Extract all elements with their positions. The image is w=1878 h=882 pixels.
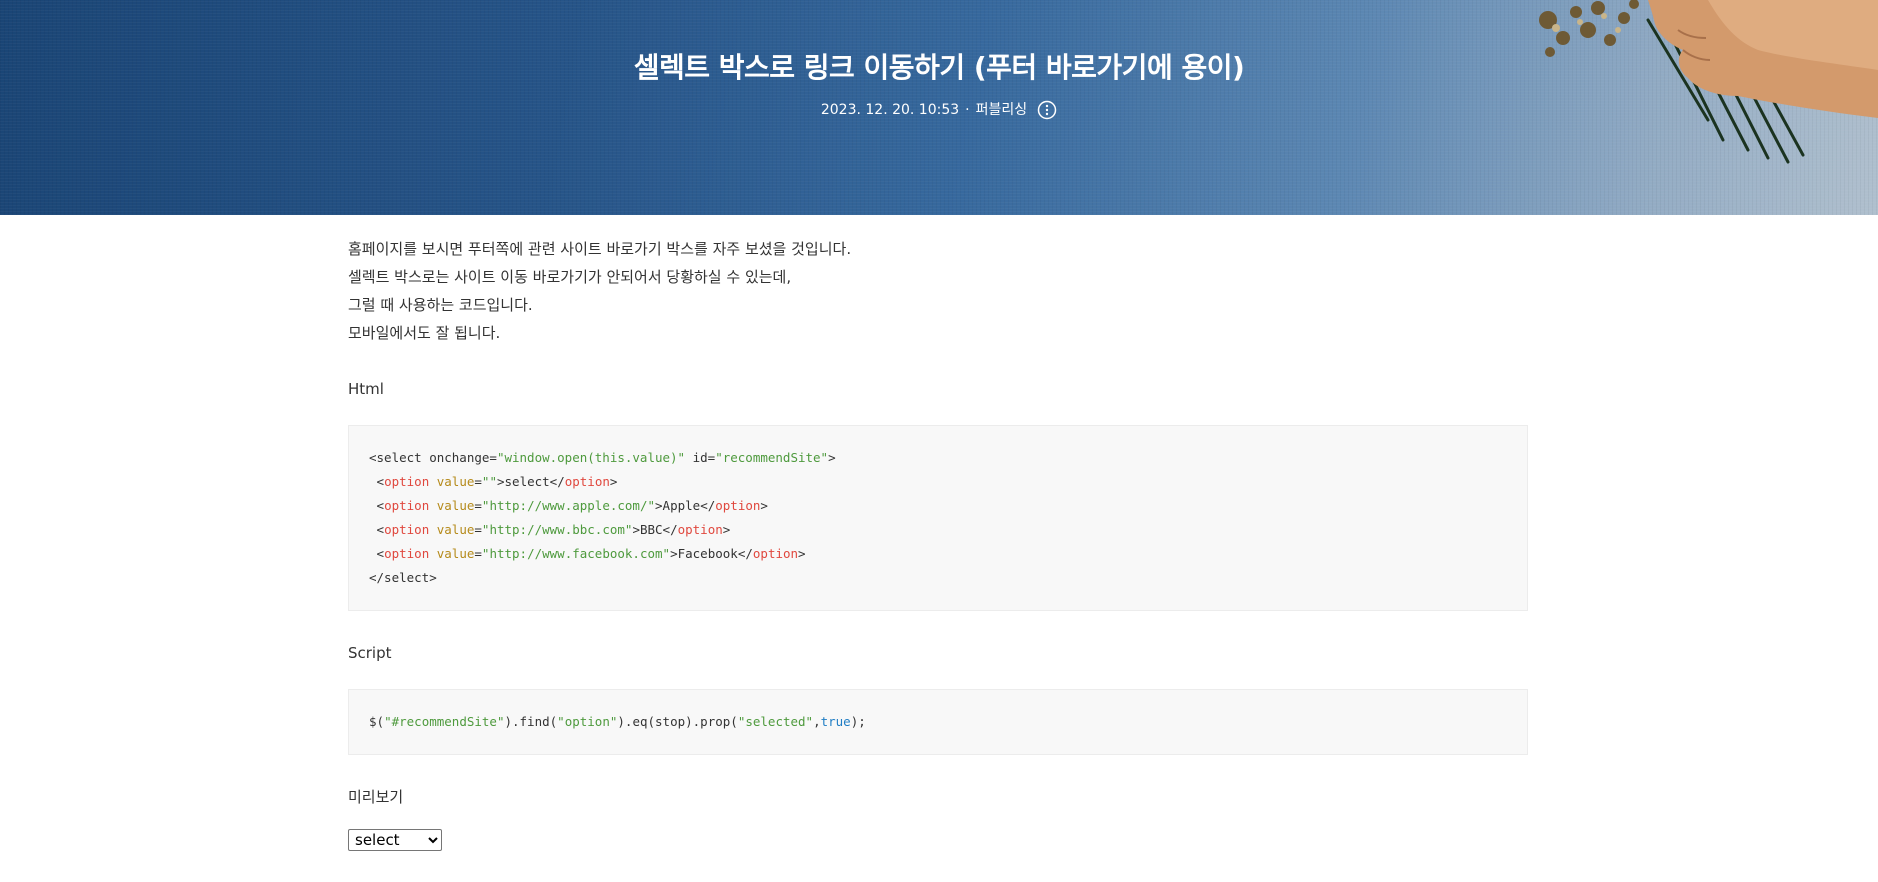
intro-line-4: 모바일에서도 잘 됩니다. bbox=[348, 324, 501, 342]
code-html-last-line: </select> bbox=[369, 570, 437, 585]
post-title: 셀렉트 박스로 링크 이동하기 (푸터 바로가기에 용이) bbox=[633, 51, 1245, 84]
intro-line-3: 그럴 때 사용하는 코드입니다. bbox=[348, 296, 533, 314]
html-code-block[interactable]: <select onchange="window.open(this.value… bbox=[348, 425, 1528, 611]
intro-line-1: 홈페이지를 보시면 푸터쪽에 관련 사이트 바로가기 박스를 자주 보셨을 것입… bbox=[348, 240, 852, 258]
html-section-label: Html bbox=[348, 380, 384, 398]
code-html-option-line: <option value="http://www.bbc.com">BBC</… bbox=[369, 522, 731, 537]
code-script-line: $("#recommendSite").find("option").eq(st… bbox=[369, 714, 866, 729]
code-html-option-line: <option value="http://www.facebook.com">… bbox=[369, 546, 806, 561]
post-header: 셀렉트 박스로 링크 이동하기 (푸터 바로가기에 용이) 2023. 12. … bbox=[0, 0, 1878, 120]
more-vertical-circle-icon[interactable] bbox=[1037, 100, 1057, 120]
script-section-label: Script bbox=[348, 644, 392, 662]
post-category[interactable]: 퍼블리싱 bbox=[976, 100, 1028, 120]
intro-line-2: 셀렉트 박스로는 사이트 이동 바로가기가 안되어서 당황하실 수 있는데, bbox=[348, 268, 792, 286]
post-body: 홈페이지를 보시면 푸터쪽에 관련 사이트 바로가기 박스를 자주 보셨을 것입… bbox=[348, 235, 1528, 851]
post-cover: 셀렉트 박스로 링크 이동하기 (푸터 바로가기에 용이) 2023. 12. … bbox=[0, 0, 1878, 215]
preview-section-label: 미리보기 bbox=[348, 788, 404, 806]
meta-separator: · bbox=[965, 102, 970, 118]
script-code-block[interactable]: $("#recommendSite").find("option").eq(st… bbox=[348, 689, 1528, 755]
code-html-option-line: <option value="">select</option> bbox=[369, 474, 618, 489]
code-html-line-1: <select onchange="window.open(this.value… bbox=[369, 450, 836, 465]
preview-area: select bbox=[348, 829, 1528, 851]
post-date: 2023. 12. 20. 10:53 bbox=[820, 102, 960, 118]
code-html-option-line: <option value="http://www.apple.com/">Ap… bbox=[369, 498, 768, 513]
post-meta: 2023. 12. 20. 10:53 · 퍼블리싱 bbox=[821, 100, 1057, 120]
site-link-select[interactable]: select bbox=[348, 829, 442, 851]
